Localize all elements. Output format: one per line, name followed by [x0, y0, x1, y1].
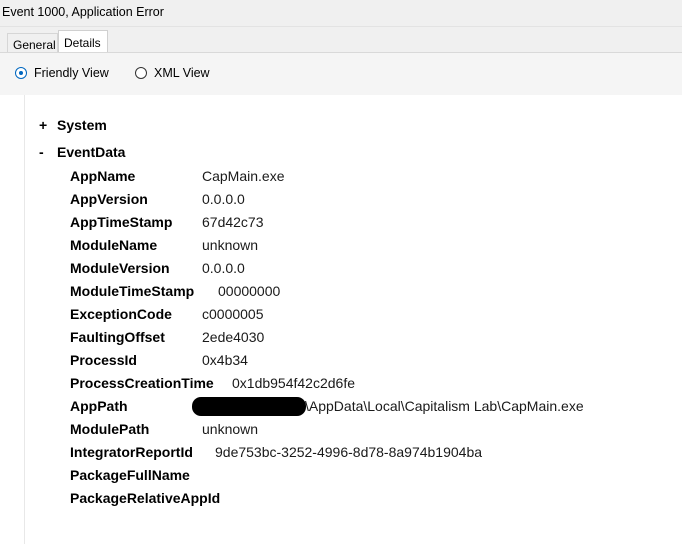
xml-view-label[interactable]: XML View	[154, 66, 210, 80]
event-details-content: + System - EventData AppName CapMain.exe…	[24, 95, 682, 544]
collapse-toggle-icon[interactable]: -	[39, 144, 51, 160]
field-name: FaultingOffset	[70, 329, 165, 345]
field-name: PackageFullName	[70, 467, 190, 483]
view-mode-selector: Friendly View XML View	[0, 53, 682, 95]
field-value: \AppData\Local\Capitalism Lab\CapMain.ex…	[305, 398, 584, 414]
field-value: 0x4b34	[202, 352, 248, 368]
field-name: AppName	[70, 168, 136, 184]
tab-general[interactable]: General	[7, 33, 58, 53]
field-name: ModuleName	[70, 237, 158, 253]
field-value: 0x1db954f42c2d6fe	[232, 375, 355, 391]
field-name: AppTimeStamp	[70, 214, 173, 230]
field-value: 9de753bc-3252-4996-8d78-8a974b1904ba	[215, 444, 483, 460]
field-name: ProcessId	[70, 352, 137, 368]
redaction-mark	[192, 397, 306, 416]
field-name: IntegratorReportId	[70, 444, 193, 460]
field-value: 67d42c73	[202, 214, 264, 230]
field-name: AppPath	[70, 398, 128, 414]
field-name: ModuleTimeStamp	[70, 283, 195, 299]
window-title: Event 1000, Application Error	[2, 5, 164, 19]
field-value: 0.0.0.0	[202, 260, 245, 276]
title-bar: Event 1000, Application Error	[0, 0, 682, 27]
field-value: unknown	[202, 421, 259, 437]
field-value: CapMain.exe	[202, 168, 285, 184]
expand-toggle-icon[interactable]: +	[39, 117, 51, 133]
field-name: AppVersion	[70, 191, 148, 207]
field-value: 00000000	[218, 283, 281, 299]
field-name: ModuleVersion	[70, 260, 170, 276]
field-name: ModulePath	[70, 421, 150, 437]
tab-details[interactable]: Details	[58, 30, 108, 53]
friendly-view-label[interactable]: Friendly View	[34, 66, 109, 80]
radio-unselected-icon[interactable]	[135, 67, 147, 79]
field-name: ProcessCreationTime	[70, 375, 214, 391]
details-panel: Friendly View XML View + System - EventD…	[0, 53, 682, 544]
field-value: 2ede4030	[202, 329, 265, 345]
field-name: PackageRelativeAppId	[70, 490, 221, 506]
field-name: ExceptionCode	[70, 306, 172, 322]
tab-strip: General Details	[0, 30, 682, 53]
radio-selected-icon[interactable]	[15, 67, 27, 79]
tree-node-label[interactable]: System	[57, 117, 107, 133]
field-value: 0.0.0.0	[202, 191, 245, 207]
field-value: unknown	[202, 237, 259, 253]
field-value: c0000005	[202, 306, 264, 322]
tree-node-label[interactable]: EventData	[57, 144, 125, 160]
